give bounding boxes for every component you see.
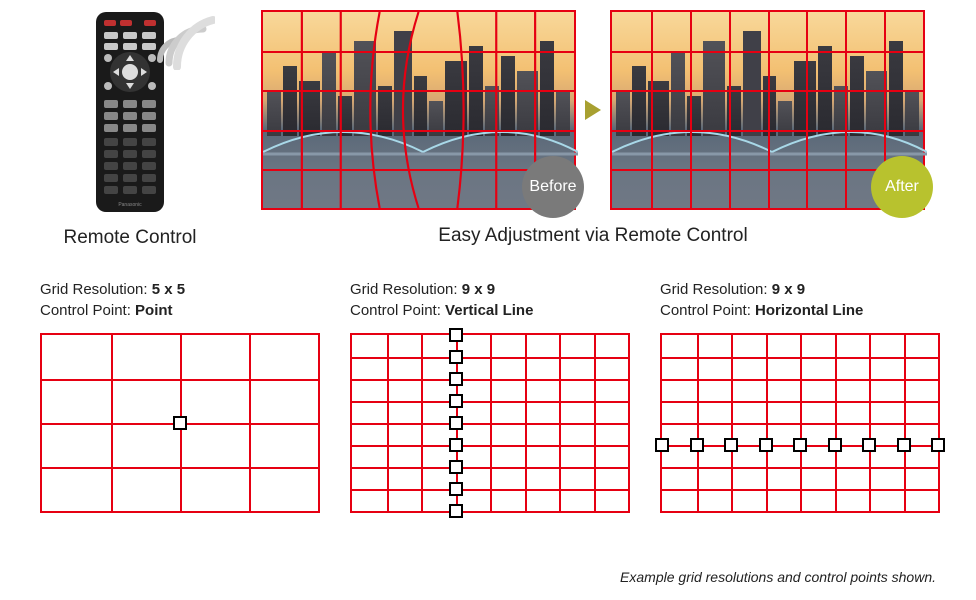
grid-example-3: Grid Resolution: 9 x 9 Control Point: Ho… — [660, 279, 940, 513]
cp-label: Control Point: — [350, 302, 445, 319]
svg-text:Panasonic: Panasonic — [118, 202, 142, 208]
cp-value: Horizontal Line — [755, 302, 863, 319]
control-point — [449, 372, 463, 386]
cp-label: Control Point: — [660, 302, 755, 319]
control-point — [828, 438, 842, 452]
control-point — [173, 416, 187, 430]
cp-value: Point — [135, 302, 173, 319]
control-point — [655, 438, 669, 452]
grid-example-1: Grid Resolution: 5 x 5 Control Point: Po… — [40, 279, 320, 513]
control-point — [793, 438, 807, 452]
cp-value: Vertical Line — [445, 302, 533, 319]
control-point — [897, 438, 911, 452]
res-value: 9 x 9 — [772, 281, 805, 298]
control-point — [449, 328, 463, 342]
grid-box-2 — [350, 333, 630, 513]
adjustment-column: Before Afte — [250, 10, 936, 247]
control-point — [449, 350, 463, 364]
control-point — [862, 438, 876, 452]
before-badge: Before — [522, 156, 584, 218]
control-point — [449, 394, 463, 408]
after-badge: After — [871, 156, 933, 218]
grid-label-3: Grid Resolution: 9 x 9 Control Point: Ho… — [660, 279, 940, 321]
control-point — [690, 438, 704, 452]
signal-waves-icon — [155, 10, 215, 70]
res-value: 9 x 9 — [462, 281, 495, 298]
arrow-icon — [581, 98, 605, 122]
control-point — [759, 438, 773, 452]
control-point — [449, 504, 463, 518]
res-label: Grid Resolution: — [40, 281, 152, 298]
grid-box-3 — [660, 333, 940, 513]
control-point — [931, 438, 945, 452]
footnote: Example grid resolutions and control poi… — [620, 569, 936, 585]
control-point — [449, 416, 463, 430]
remote-caption: Remote Control — [63, 227, 196, 249]
remote-column: Panasonic Remote Control — [40, 10, 220, 249]
control-point — [724, 438, 738, 452]
res-value: 5 x 5 — [152, 281, 185, 298]
adjustment-images: Before Afte — [261, 10, 925, 210]
remote-wrap: Panasonic — [40, 10, 220, 215]
res-label: Grid Resolution: — [660, 281, 772, 298]
cp-label: Control Point: — [40, 302, 135, 319]
top-row: Panasonic Remote Control — [0, 0, 976, 249]
after-image: After — [610, 10, 925, 210]
control-point — [449, 460, 463, 474]
before-image: Before — [261, 10, 576, 210]
control-point — [449, 438, 463, 452]
adjustment-caption: Easy Adjustment via Remote Control — [438, 225, 747, 247]
grid-example-2: Grid Resolution: 9 x 9 Control Point: Ve… — [350, 279, 630, 513]
bottom-row: Grid Resolution: 5 x 5 Control Point: Po… — [0, 249, 976, 513]
grid-box-1 — [40, 333, 320, 513]
grid-label-1: Grid Resolution: 5 x 5 Control Point: Po… — [40, 279, 320, 321]
control-point — [449, 482, 463, 496]
res-label: Grid Resolution: — [350, 281, 462, 298]
grid-label-2: Grid Resolution: 9 x 9 Control Point: Ve… — [350, 279, 630, 321]
